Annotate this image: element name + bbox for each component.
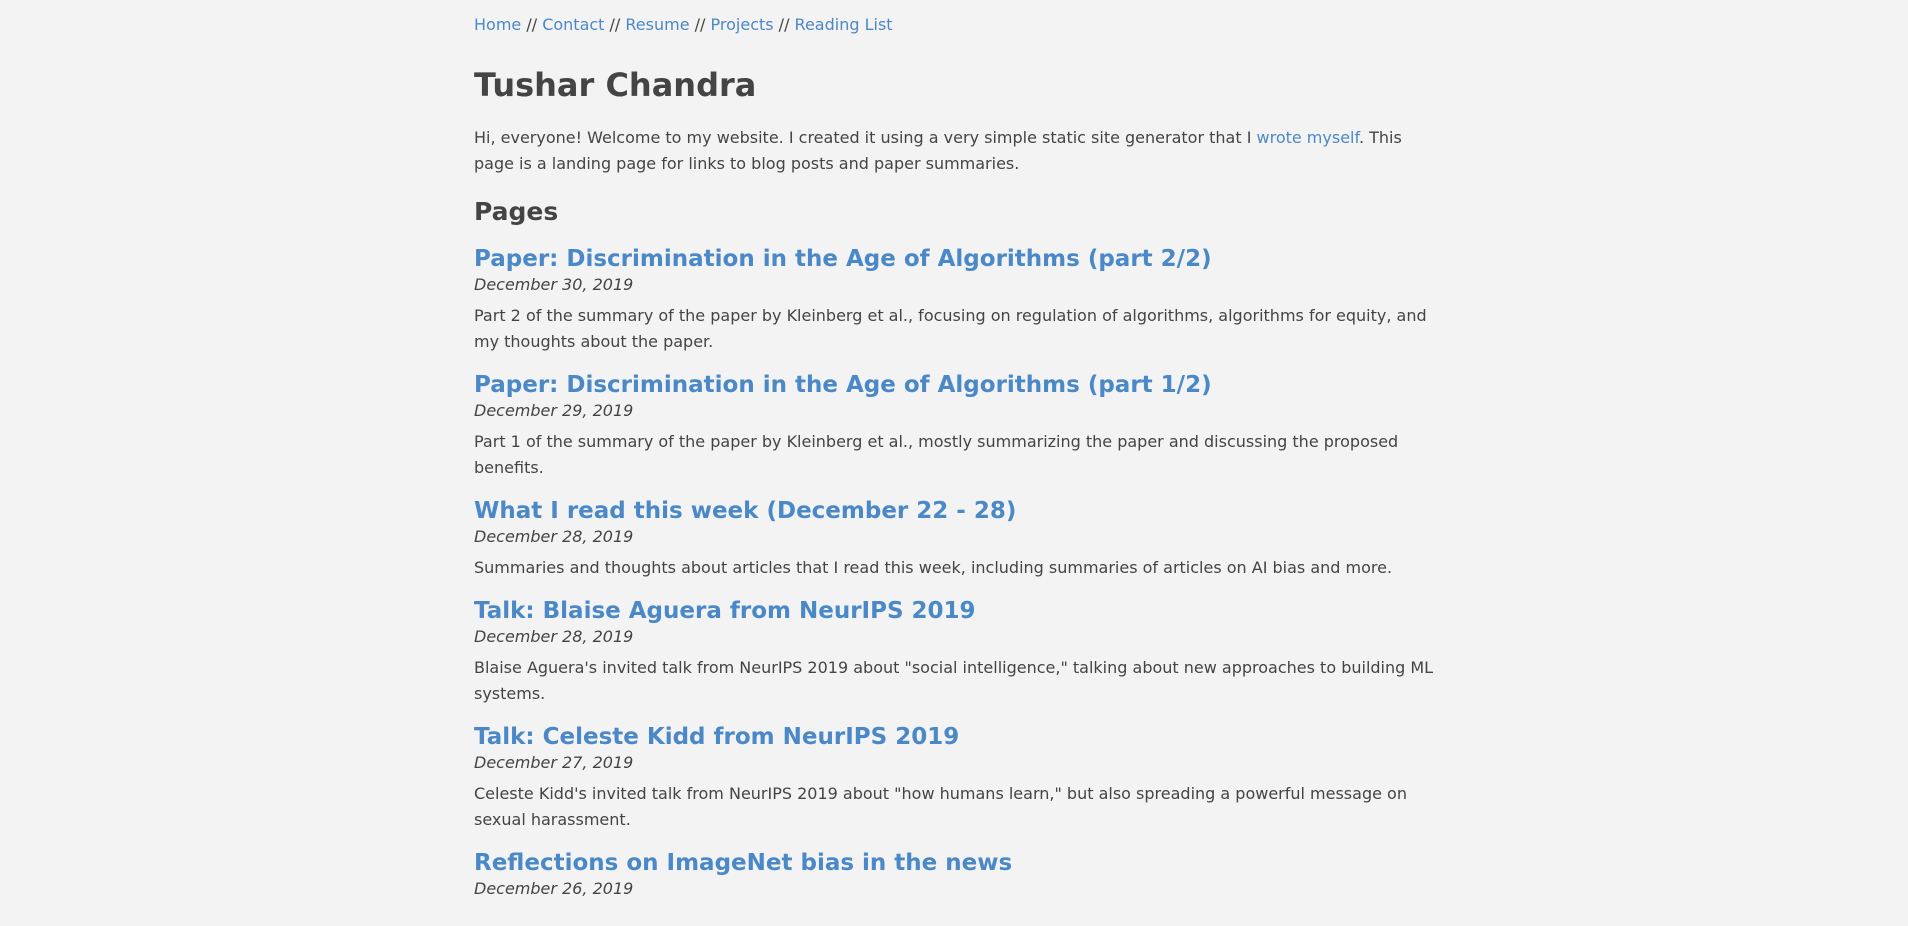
pages-heading: Pages: [474, 197, 559, 226]
post-description: Celeste Kidd's invited talk from NeurIPS…: [474, 784, 1407, 829]
post-title-link[interactable]: Talk: Blaise Aguera from NeurIPS 2019: [474, 596, 1444, 626]
post-description: Part 1 of the summary of the paper by Kl…: [474, 432, 1399, 477]
post-title-link[interactable]: Paper: Discrimination in the Age of Algo…: [474, 370, 1444, 400]
post-item: Reflections on ImageNet bias in the news…: [474, 848, 1444, 900]
post-item: Paper: Discrimination in the Age of Algo…: [474, 370, 1444, 481]
nav-link-contact[interactable]: Contact: [542, 15, 604, 34]
nav-link-reading-list[interactable]: Reading List: [795, 15, 893, 34]
post-item: Paper: Discrimination in the Age of Algo…: [474, 244, 1444, 355]
page-container: Home // Contact // Resume // Projects //…: [474, 0, 1444, 900]
nav-separator: //: [521, 15, 543, 34]
post-title-link[interactable]: Talk: Celeste Kidd from NeurIPS 2019: [474, 722, 1444, 752]
nav-separator: //: [689, 15, 711, 34]
post-date: December 30, 2019: [474, 275, 634, 294]
post-item: What I read this week (December 22 - 28)…: [474, 496, 1444, 581]
post-title-link[interactable]: Paper: Discrimination in the Age of Algo…: [474, 244, 1444, 274]
top-nav: Home // Contact // Resume // Projects //…: [474, 14, 1444, 36]
post-date: December 27, 2019: [474, 753, 634, 772]
post-date: December 29, 2019: [474, 401, 634, 420]
post-item: Talk: Blaise Aguera from NeurIPS 2019 De…: [474, 596, 1444, 707]
post-description: Summaries and thoughts about articles th…: [474, 558, 1393, 577]
nav-link-resume[interactable]: Resume: [625, 15, 689, 34]
nav-separator: //: [773, 15, 795, 34]
post-item: Talk: Celeste Kidd from NeurIPS 2019 Dec…: [474, 722, 1444, 833]
post-description: Blaise Aguera's invited talk from NeurIP…: [474, 658, 1434, 703]
post-title-link[interactable]: Reflections on ImageNet bias in the news: [474, 848, 1444, 878]
intro-text-before: Hi, everyone! Welcome to my website. I c…: [474, 128, 1257, 147]
post-description: Part 2 of the summary of the paper by Kl…: [474, 306, 1427, 351]
intro-paragraph: Hi, everyone! Welcome to my website. I c…: [474, 125, 1444, 177]
nav-link-home[interactable]: Home: [474, 15, 521, 34]
wrote-myself-link[interactable]: wrote myself: [1257, 128, 1359, 147]
post-date: December 26, 2019: [474, 879, 634, 898]
post-date: December 28, 2019: [474, 527, 634, 546]
page-title: Tushar Chandra: [474, 66, 757, 104]
nav-separator: //: [604, 15, 626, 34]
nav-link-projects[interactable]: Projects: [711, 15, 774, 34]
post-title-link[interactable]: What I read this week (December 22 - 28): [474, 496, 1444, 526]
post-date: December 28, 2019: [474, 627, 634, 646]
